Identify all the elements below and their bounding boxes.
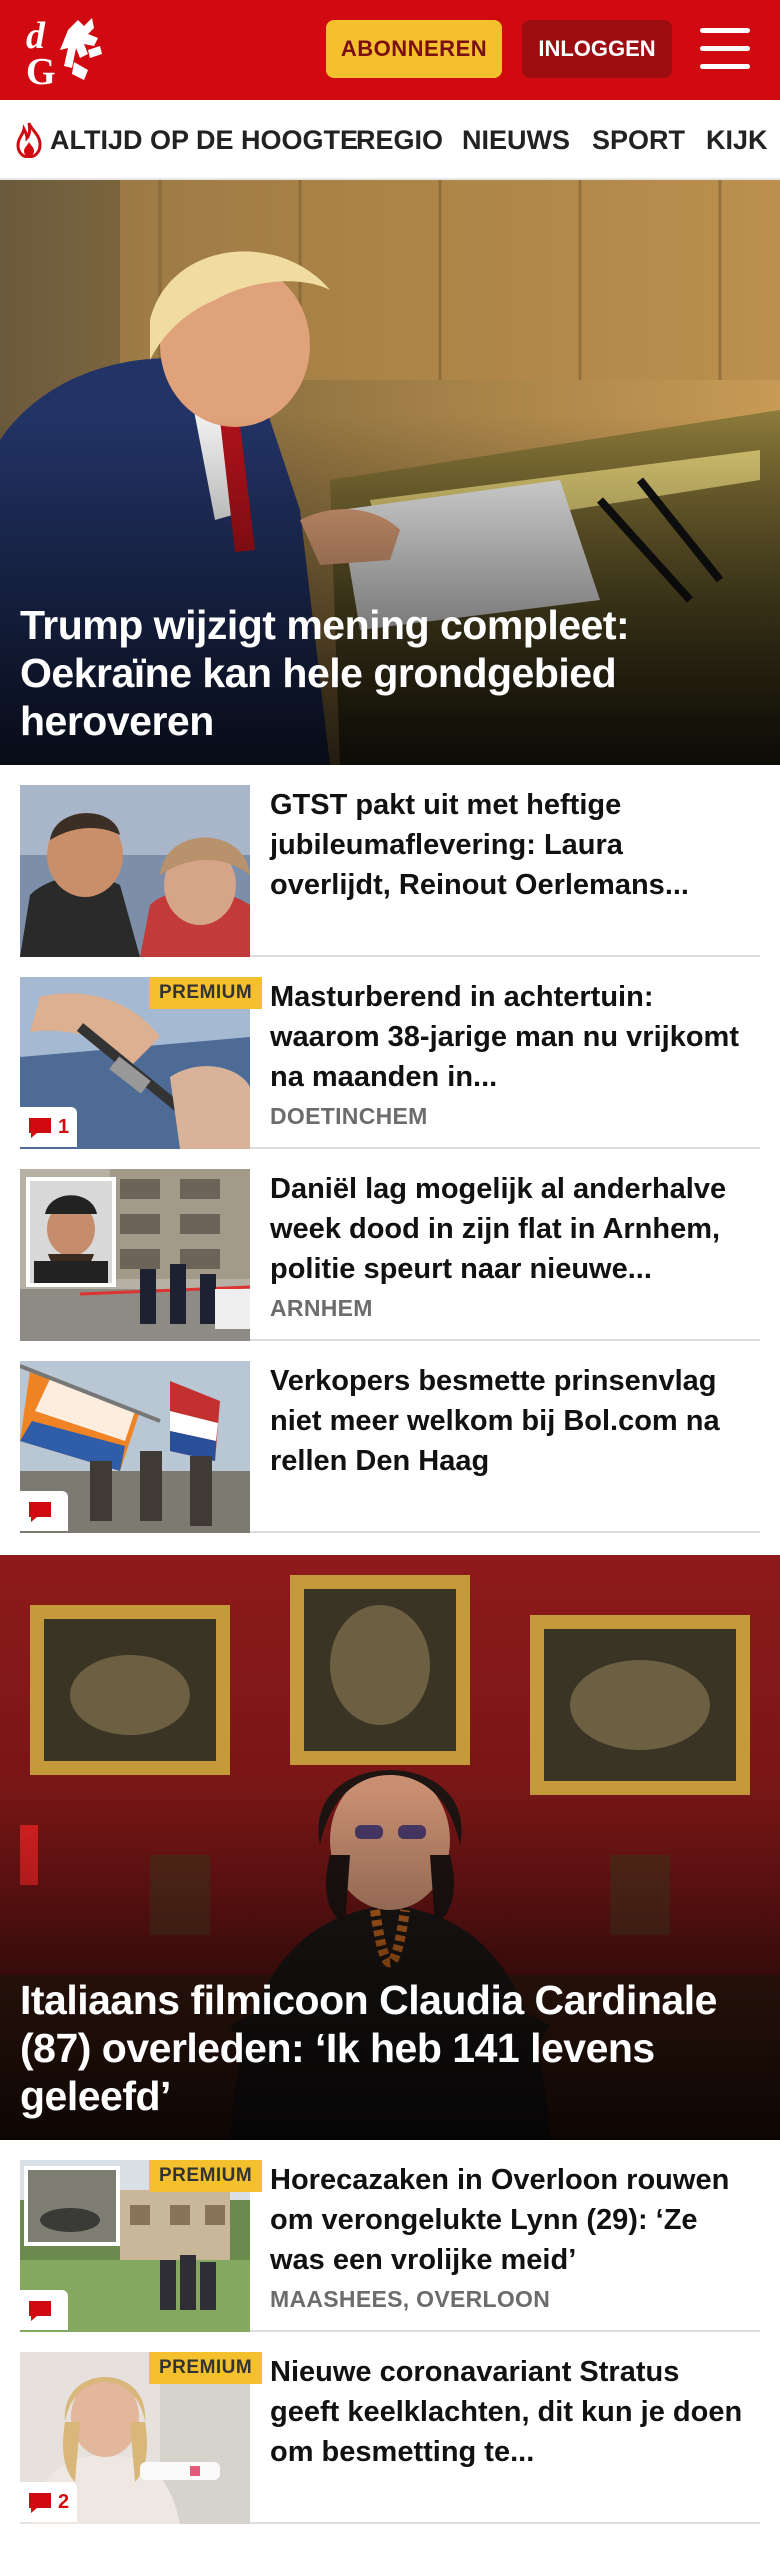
- hero-article-1[interactable]: Trump wijzigt mening compleet: Oekraïne …: [0, 180, 780, 765]
- list-item[interactable]: PREMIUM 1 Masturberend in achtertuin: wa…: [20, 977, 760, 1149]
- login-button[interactable]: INLOGGEN: [522, 20, 672, 78]
- comment-count[interactable]: [20, 1491, 68, 1531]
- subscribe-button[interactable]: ABONNEREN: [326, 20, 502, 78]
- article-headline[interactable]: GTST pakt uit met heftige jubileumafleve…: [270, 785, 750, 905]
- flame-icon: [16, 122, 42, 158]
- comment-count-value: 2: [58, 2491, 70, 2513]
- top-bar: d G ABONNEREN INLOGGEN: [0, 0, 780, 100]
- article-location: DOETINCHEM: [270, 1103, 428, 1129]
- comment-icon: [29, 2300, 51, 2321]
- list-item[interactable]: Verkopers besmette prinsenvlag niet meer…: [20, 1361, 760, 1533]
- premium-badge: PREMIUM: [149, 2352, 263, 2384]
- list-item[interactable]: GTST pakt uit met heftige jubileumafleve…: [20, 785, 760, 957]
- article-headline[interactable]: Daniël lag mogelijk al anderhalve week d…: [270, 1169, 750, 1289]
- premium-badge: PREMIUM: [149, 977, 263, 1009]
- comment-count[interactable]: 2: [20, 2482, 78, 2522]
- list-item[interactable]: Daniël lag mogelijk al anderhalve week d…: [20, 1169, 760, 1341]
- site-logo[interactable]: d G: [22, 10, 114, 93]
- nav-item-sport[interactable]: SPORT: [592, 100, 685, 178]
- hero-headline-1[interactable]: Trump wijzigt mening compleet: Oekraïne …: [20, 601, 760, 745]
- comment-icon: [29, 1501, 51, 1522]
- svg-text:G: G: [26, 51, 56, 90]
- nav-item-kijk[interactable]: KIJK: [706, 100, 768, 178]
- article-thumbnail: [20, 785, 250, 957]
- article-location: ARNHEM: [270, 1295, 373, 1321]
- comment-count[interactable]: 1: [20, 1107, 78, 1147]
- hero-headline-2[interactable]: Italiaans filmicoon Claudia Cardinale (8…: [20, 1976, 760, 2120]
- comment-icon: [29, 2492, 51, 2513]
- nav-item-altijd-op-de-hoogte[interactable]: ALTIJD OP DE HOOGTE: [50, 100, 358, 178]
- article-location: MAASHEES, OVERLOON: [270, 2286, 551, 2312]
- comment-icon: [29, 1117, 51, 1138]
- article-thumbnail: [20, 1169, 250, 1341]
- comment-count-value: 1: [58, 1116, 70, 1138]
- article-headline[interactable]: Masturberend in achtertuin: waarom 38-ja…: [270, 977, 750, 1097]
- article-headline[interactable]: Horecazaken in Overloon rouwen om verong…: [270, 2160, 750, 2280]
- hero-article-2[interactable]: Italiaans filmicoon Claudia Cardinale (8…: [0, 1555, 780, 2140]
- list-item[interactable]: PREMIUM Horecazaken in Overloon rouwen o…: [20, 2160, 760, 2332]
- nav-item-nieuws[interactable]: NIEUWS: [462, 100, 570, 178]
- article-headline[interactable]: Nieuwe coronavariant Stratus geeft keelk…: [270, 2352, 750, 2472]
- nav-item-regio[interactable]: REGIO: [356, 100, 443, 178]
- comment-count[interactable]: [20, 2290, 68, 2330]
- list-item[interactable]: PREMIUM 2 Nieuwe coronavariant Stratus g…: [20, 2352, 760, 2524]
- section-nav: ALTIJD OP DE HOOGTE REGIO NIEUWS SPORT K…: [0, 100, 780, 180]
- article-headline[interactable]: Verkopers besmette prinsenvlag niet meer…: [270, 1361, 750, 1481]
- menu-icon[interactable]: [700, 28, 750, 70]
- premium-badge: PREMIUM: [149, 2160, 263, 2192]
